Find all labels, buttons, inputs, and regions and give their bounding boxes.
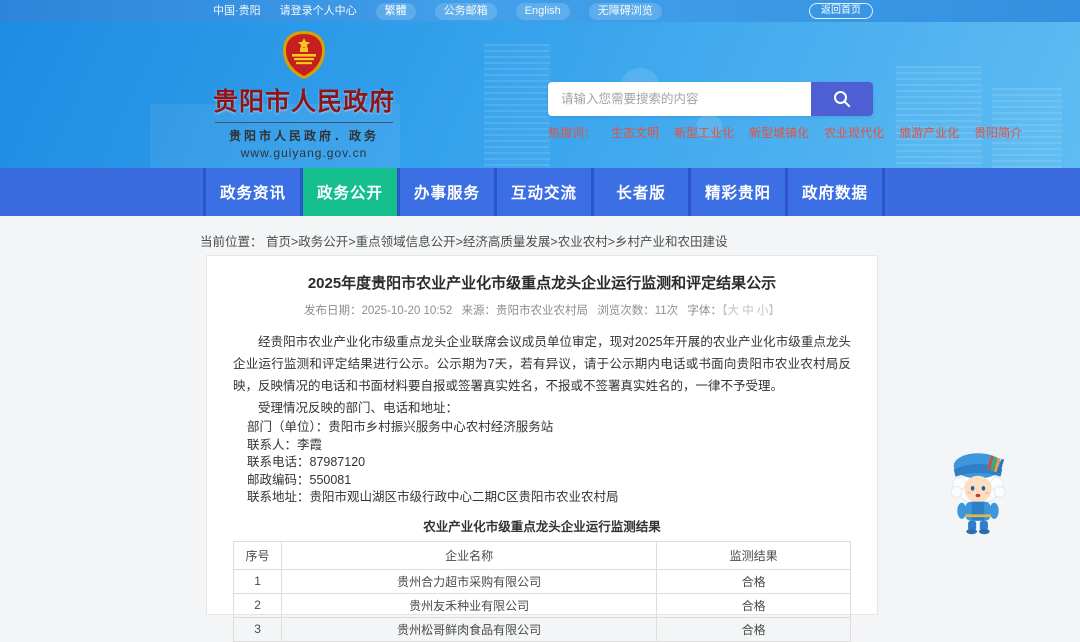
table-row: 3 贵州松哥鲜肉食品有限公司 合格: [232, 616, 851, 642]
table-cell: 合格: [656, 616, 851, 642]
table-cell: 3: [232, 616, 283, 642]
site-title: 贵阳市人民政府: [213, 88, 396, 116]
hot-search-term[interactable]: 贵阳简介: [974, 124, 1022, 141]
article-card: 2025年度贵阳市农业产业化市级重点龙头企业运行监测和评定结果公示 发布日期：2…: [206, 255, 878, 642]
site-url: www.guiyang.gov.cn: [240, 146, 368, 160]
table-cell: 合格: [656, 592, 851, 618]
table-header-cell: 监测结果: [656, 540, 851, 570]
hot-search-term[interactable]: 生态文明: [611, 124, 659, 141]
article-paragraph: 受理情况反映的部门、电话和地址：: [258, 401, 459, 415]
topbar-link[interactable]: 中国·贵阳: [213, 4, 261, 19]
table-header-cell: 企业名称: [281, 540, 658, 570]
site-subtitle: 贵阳市人民政府．政务: [228, 129, 379, 143]
table-header-row: 序号 企业名称 监测结果: [232, 540, 851, 570]
font-size-control[interactable]: 【大 中 小】: [722, 305, 780, 317]
view-count: 浏览次数：11次: [597, 305, 679, 317]
article-source: 来源：贵阳市农业农村局: [461, 305, 589, 317]
mascot-assistant[interactable]: [942, 445, 1014, 537]
table-header-cell: 序号: [232, 540, 283, 570]
nav-item[interactable]: 政府数据: [785, 168, 885, 216]
topbar-link[interactable]: 无障碍浏览: [588, 2, 662, 20]
site-logo[interactable]: 贵阳市人民政府 贵阳市人民政府．政务 www.guiyang.gov.cn: [213, 30, 395, 160]
return-home-button[interactable]: 返回首页: [809, 3, 873, 19]
table-row: 2 贵州友禾种业有限公司 合格: [232, 592, 851, 618]
main-nav: 政务资讯 政务公开 办事服务 互动交流 长者版 精彩贵阳 政府数据: [0, 168, 1080, 216]
table-cell: 1: [232, 568, 283, 594]
breadcrumb-path[interactable]: 首页>政务公开>重点领域信息公开>经济高质量发展>农业农村>乡村产业和农田建设: [266, 235, 728, 249]
article-paragraph: 经贵阳市农业产业化市级重点龙头企业联席会议成员单位审定，现对2025年开展的农业…: [233, 335, 851, 393]
table-cell: 2: [232, 592, 283, 618]
table-caption: 农业产业化市级重点龙头企业运行监测结果: [423, 519, 661, 534]
nav-item[interactable]: 政务资讯: [203, 168, 300, 216]
skyline-building: [484, 44, 550, 168]
nav-item[interactable]: 办事服务: [397, 168, 494, 216]
topbar-links: 中国·贵阳 请登录个人中心 繁體 公务邮箱 English 无障碍浏览: [213, 2, 662, 20]
hot-search-term[interactable]: 农业现代化: [824, 124, 884, 141]
table-row: 1 贵州合力超市采购有限公司 合格: [232, 568, 851, 594]
contact-line: 联系地址：贵阳市观山湖区市级行政中心二期C区贵阳市农业农村局: [247, 490, 619, 504]
topbar: 中国·贵阳 请登录个人中心 繁體 公务邮箱 English 无障碍浏览 返回首页: [0, 0, 1080, 22]
search-bar: 热搜词： 生态文明新型工业化新型城镇化农业现代化旅游产业化贵阳简介: [548, 82, 1022, 141]
contact-lines: 部门（单位）：贵阳市乡村振兴服务中心农村经济服务站 联系人：李霞联系电话：8798…: [233, 419, 851, 507]
table-cell: 贵州友禾种业有限公司: [281, 592, 658, 618]
contact-line: 部门（单位）：贵阳市乡村振兴服务中心农村经济服务站: [247, 420, 554, 434]
table-cell: 合格: [656, 568, 851, 594]
hot-search-term[interactable]: 新型城镇化: [749, 124, 809, 141]
search-button[interactable]: [811, 82, 873, 116]
topbar-link[interactable]: 公务邮箱: [434, 2, 497, 20]
skyline-building: [896, 66, 982, 168]
table-body: 1 贵州合力超市采购有限公司 合格 2 贵州友禾种业有限公司 合格 3 贵州松哥鲜肉食品有限公…: [232, 568, 851, 642]
breadcrumb: 当前位置： 首页>政务公开>重点领域信息公开>经济高质量发展>农业农村>乡村产业…: [200, 231, 728, 250]
search-icon: [834, 91, 851, 108]
publish-date: 发布日期：2025-10-20 10:52: [304, 305, 453, 317]
hot-search-terms: 生态文明 新型工业化 新型城镇化 农业现代化 旅游产业化 贵阳简介: [611, 124, 1022, 141]
nav-item[interactable]: 政务公开: [300, 168, 397, 216]
search-input[interactable]: [548, 82, 811, 116]
breadcrumb-label: 当前位置：: [200, 235, 263, 249]
table-cell: 贵州合力超市采购有限公司: [281, 568, 658, 594]
hot-search-term[interactable]: 新型工业化: [674, 124, 734, 141]
topbar-link[interactable]: 繁體: [375, 2, 416, 20]
logo-divider: [215, 122, 393, 123]
article-meta: 发布日期：2025-10-20 10:52 来源：贵阳市农业农村局 浏览次数：1…: [233, 302, 851, 318]
hot-search-term[interactable]: 旅游产业化: [899, 124, 959, 141]
hot-search: 热搜词： 生态文明 新型工业化 新型城镇化 农业现代化 旅游产业化 贵阳简介: [548, 124, 1022, 141]
monitoring-results-table: 序号 企业名称 监测结果 1 贵州合力超市采购有限公司 合格 2 贵州友禾种业有限公司 合格 3…: [232, 540, 851, 642]
article-title: 2025年度贵阳市农业产业化市级重点龙头企业运行监测和评定结果公示: [307, 275, 777, 292]
topbar-link[interactable]: English: [515, 2, 570, 20]
nav-item[interactable]: 长者版: [591, 168, 688, 216]
table-cell: 贵州松哥鲜肉食品有限公司: [281, 616, 658, 642]
national-emblem-icon: [283, 31, 325, 79]
contact-line: 联系电话：87987120: [247, 455, 366, 469]
header-banner: 贵阳市人民政府 贵阳市人民政府．政务 www.guiyang.gov.cn 热搜…: [0, 22, 1080, 168]
hot-search-label: 热搜词：: [548, 126, 597, 140]
font-size-label: 字体：: [687, 305, 722, 317]
nav-item[interactable]: 互动交流: [494, 168, 591, 216]
nav-item[interactable]: 精彩贵阳: [688, 168, 785, 216]
contact-line: 邮政编码：550081: [247, 472, 352, 487]
topbar-link[interactable]: 请登录个人中心: [280, 4, 357, 19]
contact-line: 联系人：李霞: [247, 437, 323, 452]
